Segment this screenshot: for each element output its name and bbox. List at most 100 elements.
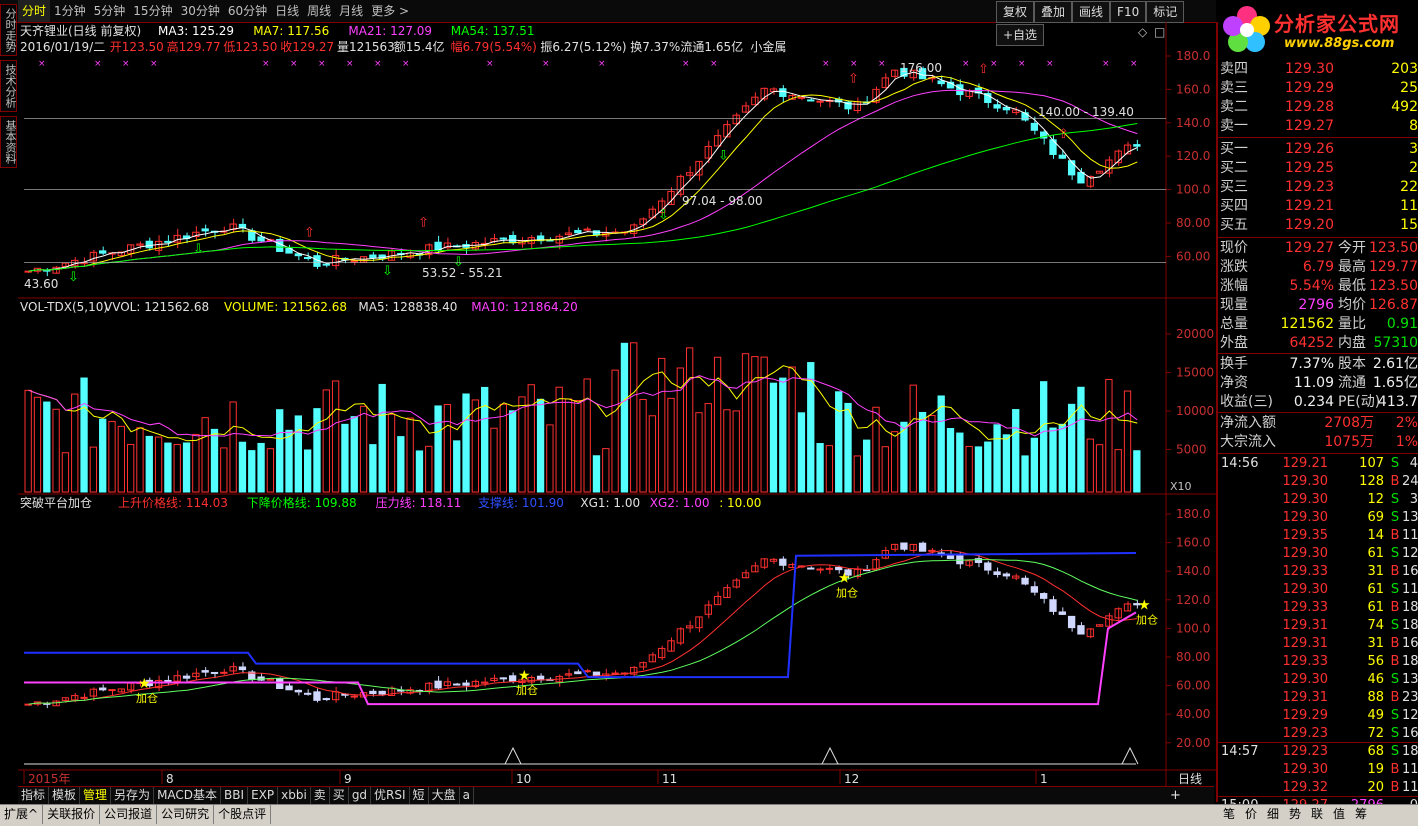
volume-bars (24, 342, 1141, 493)
chart-canvas[interactable]: ★加仓★加仓★加仓★加仓⇩⇩⇧⇩⇧⇩⇩⇩⇧⇧⇧× × × × × × × × × × × × × × × × ×… (18, 22, 1216, 786)
status-tab[interactable]: 公司报道 (100, 805, 158, 824)
side-tab[interactable]: 基本资料 (0, 116, 17, 168)
timeframe-tab[interactable]: 15分钟 (129, 0, 176, 22)
tick-count: 23 (1402, 690, 1418, 705)
formula-tab[interactable]: a (460, 787, 474, 804)
status-tab[interactable]: 公司研究 (157, 805, 215, 824)
formula-tab[interactable]: xbbi (278, 787, 311, 804)
formula-tab[interactable]: 大盘 (429, 787, 460, 804)
formula-tab[interactable]: MACD基本 (154, 787, 222, 804)
formula-tab[interactable]: EXP (248, 787, 279, 804)
stat-label: 现量 (1220, 297, 1248, 313)
tick-side: B (1390, 780, 1400, 795)
tick-price: 129.31 (1282, 636, 1329, 651)
formula-tab[interactable]: 另存为 (111, 787, 155, 804)
quote-view-tab[interactable]: 笔 (1218, 805, 1240, 824)
ask-price: 129.30 (1285, 61, 1334, 77)
quote-view-tab[interactable]: 细 (1262, 805, 1284, 824)
zoom-in-icon[interactable]: + (1166, 788, 1185, 803)
ma-label: MA21: 127.09 (348, 24, 432, 38)
formula-tab[interactable]: 短 (410, 787, 429, 804)
candle-body (304, 257, 312, 260)
volume-bar (313, 408, 321, 493)
volume-bar (546, 424, 554, 493)
flow-label: 大宗流入 (1220, 434, 1276, 450)
indicator-label: : 10.00 (719, 496, 761, 510)
timeframe-tab[interactable]: 30分钟 (177, 0, 224, 22)
marker-x: × (542, 59, 550, 69)
volume-bar (630, 342, 638, 493)
toolbar-button[interactable]: 标记 (1146, 1, 1185, 23)
quote-stat-row: 净资 11.09 流通 1.65亿 (1218, 374, 1418, 393)
formula-tab[interactable]: BBI (221, 787, 249, 804)
timeframe-tab[interactable]: 日线 (271, 0, 303, 22)
candle-body (1133, 144, 1141, 147)
side-tab[interactable]: 分时走势 (0, 4, 17, 56)
timeframe-tab[interactable]: 分时 (18, 0, 51, 22)
quote-view-tab[interactable]: 联 (1306, 805, 1328, 824)
sell-arrow-icon: ⇧ (1058, 127, 1069, 142)
toolbar-button[interactable]: F10 (1110, 1, 1147, 23)
tick-side: S (1390, 582, 1400, 597)
timeframe-tab[interactable]: 60分钟 (224, 0, 271, 22)
y-tick-label: 10000 (1176, 404, 1214, 418)
tick-row: 14:56 129.21 107 S 4 (1218, 455, 1418, 473)
stat-value: 7.37% (1289, 356, 1334, 372)
candle-body (993, 104, 1001, 109)
quote-view-tab[interactable]: 价 (1240, 805, 1262, 824)
marker-x: × (290, 59, 298, 69)
toolbar-button[interactable]: 画线 (1072, 1, 1111, 23)
ask-volume: 25 (1400, 80, 1418, 96)
side-tab[interactable]: 技术分析 (0, 60, 17, 112)
formula-tab[interactable]: 卖 (311, 787, 330, 804)
formula-tab[interactable]: 优RSI (371, 787, 410, 804)
candle-body (99, 250, 107, 254)
quote-view-tab[interactable]: 值 (1328, 805, 1350, 824)
status-bar: 扩展^ 关联报价 公司报道 公司研究 个股点评 笔价细势联值筹 (0, 804, 1418, 826)
marker-x: × (486, 59, 494, 69)
tick-row: 129.31 31 B 16 (1218, 635, 1418, 653)
formula-tab[interactable]: 模板 (49, 787, 81, 804)
tick-side: B (1390, 600, 1400, 615)
status-tab[interactable]: 个股点评 (214, 805, 272, 824)
marker-x: × (150, 59, 158, 69)
quote-view-tab[interactable]: 势 (1284, 805, 1306, 824)
timeframe-bar: 分时 1分钟 5分钟 15分钟 30分钟 60分钟 日线 周线 月线 更多 > 复权 叠加 画线 F10… (0, 0, 1216, 46)
y-tick-label: 5000 (1176, 443, 1207, 457)
status-tab[interactable]: 关联报价 (43, 805, 101, 824)
volume-bar (648, 415, 657, 493)
status-tab[interactable]: 扩展^ (0, 805, 44, 824)
volume-bar (695, 412, 703, 493)
volume-bar (294, 415, 302, 493)
toolbar-button[interactable]: 复权 (996, 1, 1035, 23)
volume-bar (881, 446, 889, 493)
pane-close-icon[interactable]: □ (1154, 25, 1165, 39)
volume-bar (99, 418, 107, 493)
stat-value: 126.87 (1369, 297, 1418, 313)
buy-arrow-icon: ⇩ (718, 149, 729, 164)
rising-price-line (28, 549, 1138, 705)
volume-bar (946, 428, 955, 493)
formula-tab[interactable]: 买 (330, 787, 349, 804)
pane-settings-icon[interactable]: ◇ (1138, 25, 1148, 39)
tick-price: 129.30 (1282, 510, 1329, 525)
tick-volume: 61 (1367, 546, 1384, 561)
ask-row: 卖一 129.27 8 (1218, 117, 1418, 136)
timeframe-tab[interactable]: 1分钟 (50, 0, 90, 22)
candle-body (322, 698, 330, 701)
vol-ma10-line (28, 375, 1138, 437)
timeframe-tab[interactable]: 月线 (335, 0, 367, 22)
formula-tab[interactable]: 指标 (18, 787, 50, 804)
bid-label: 买三 (1220, 179, 1248, 195)
candle-body (350, 695, 358, 698)
timeframe-tab[interactable]: 更多 > (367, 0, 413, 22)
formula-tab[interactable]: gd (349, 787, 372, 804)
timeframe-tab[interactable]: 周线 (303, 0, 335, 22)
quote-view-tab[interactable]: 筹 (1350, 805, 1372, 824)
toolbar-button[interactable]: 叠加 (1034, 1, 1073, 23)
formula-tab[interactable]: 管理 (80, 787, 112, 804)
marker-x: × (346, 59, 354, 69)
timeframe-tab[interactable]: 5分钟 (90, 0, 130, 22)
x-tick-label: 2015年 (28, 772, 71, 786)
stat-value: 129.77 (1369, 259, 1418, 275)
